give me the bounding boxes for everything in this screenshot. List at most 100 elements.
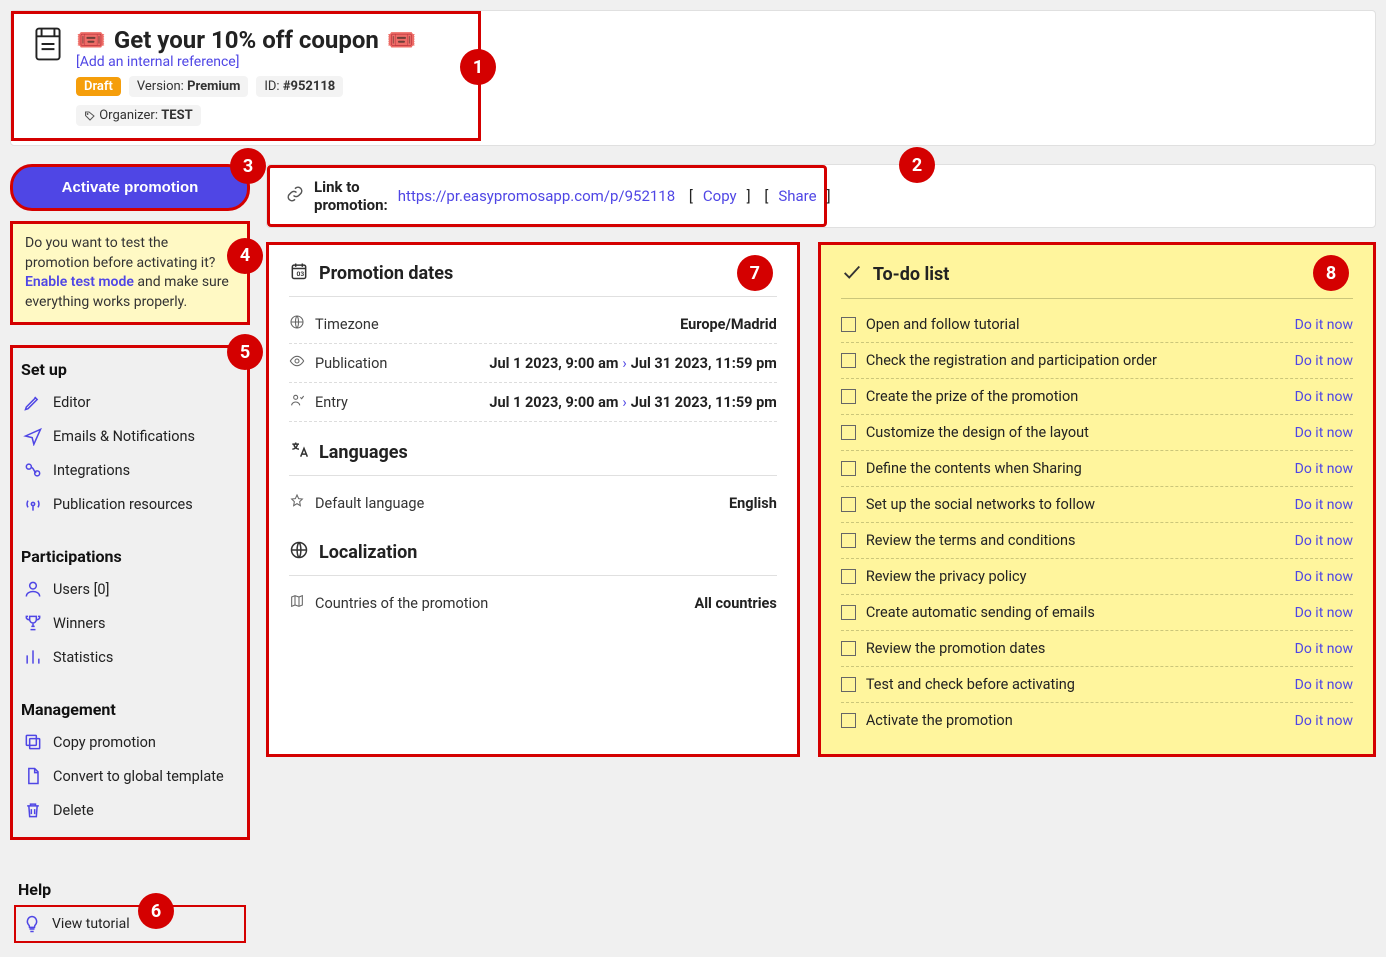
nav-convert-template[interactable]: Convert to global template [17,759,243,793]
bracket: [ [685,187,693,205]
chevron-right-icon: › [618,355,630,372]
nav-statistics[interactable]: Statistics [17,640,243,674]
checkbox[interactable] [841,353,856,368]
do-it-now-link[interactable]: Do it now [1295,677,1353,693]
do-it-now-link[interactable]: Do it now [1295,425,1353,441]
todo-text: Test and check before activating [866,676,1285,693]
do-it-now-link[interactable]: Do it now [1295,713,1353,729]
do-it-now-link[interactable]: Do it now [1295,497,1353,513]
enable-test-mode-link[interactable]: Enable test mode [25,274,134,290]
todo-item: Create automatic sending of emailsDo it … [841,595,1353,631]
entry-end: Jul 31 2023, 11:59 pm [631,394,777,411]
checkbox[interactable] [841,569,856,584]
todo-item: Review the promotion dates Do it now [841,631,1353,667]
nav-section-management: Management [17,694,243,725]
copy-icon [23,732,43,752]
todo-item: Test and check before activating Do it no… [841,667,1353,703]
todo-item: Activate the promotionDo it now [841,703,1353,738]
todo-text: Define the contents when Sharing [866,460,1285,477]
timezone-label: Timezone [315,316,379,333]
translate-icon [289,440,309,465]
checkbox[interactable] [841,605,856,620]
nav-editor[interactable]: Editor [17,385,243,419]
todo-item: Define the contents when Sharing Do it no… [841,451,1353,487]
nav-label: Publication resources [53,496,193,513]
user-icon [23,579,43,599]
promotion-title: 🎟️ Get your 10% off coupon 🎟️ [76,26,460,54]
do-it-now-link[interactable]: Do it now [1295,605,1353,621]
do-it-now-link[interactable]: Do it now [1295,641,1353,657]
nav-users[interactable]: Users [0] [17,572,243,606]
countries-value: All countries [694,595,776,612]
languages-title: Languages [319,442,408,463]
svg-text:03: 03 [297,270,305,278]
star-icon [289,493,305,513]
globe-icon [289,314,305,334]
checkbox[interactable] [841,641,856,656]
todo-text: Review the promotion dates [866,640,1285,657]
version-chip: Version: Premium [129,76,248,97]
activate-promotion-button[interactable]: Activate promotion [10,164,250,211]
emoji-ticket-icon: 🎟️ [387,26,417,54]
nav-winners[interactable]: Winners [17,606,243,640]
nav-label: View tutorial [52,916,130,932]
countries-label: Countries of the promotion [315,595,488,612]
nav-label: Emails & Notifications [53,428,195,445]
checkbox[interactable] [841,389,856,404]
todo-text: Check the registration and participation… [866,352,1285,369]
promotion-info-card: 7 03 Promotion dates Timezone Europe/Mad… [266,242,800,757]
checkbox[interactable] [841,533,856,548]
default-lang-value: English [729,495,777,512]
checkbox[interactable] [841,713,856,728]
copy-link[interactable]: Copy [703,187,737,205]
checkbox[interactable] [841,317,856,332]
callout-7: 7 [737,255,773,291]
do-it-now-link[interactable]: Do it now [1295,389,1353,405]
add-internal-reference-link[interactable]: [Add an internal reference] [76,54,239,70]
check-icon [841,261,863,288]
nav-label: Convert to global template [53,768,224,785]
nav-section-setup: Set up [17,354,243,385]
nav-integrations[interactable]: Integrations [17,453,243,487]
do-it-now-link[interactable]: Do it now [1295,317,1353,333]
pencil-icon [23,392,43,412]
trash-icon [23,800,43,820]
todo-text: Open and follow tutorial [866,316,1285,333]
emoji-ticket-icon: 🎟️ [76,26,106,54]
nav-label: Integrations [53,462,130,479]
bracket: ] [747,187,751,205]
nav-publication-resources[interactable]: Publication resources [17,487,243,521]
checkbox[interactable] [841,425,856,440]
nav-view-tutorial[interactable]: 6 View tutorial [14,905,246,943]
publication-label: Publication [315,355,387,372]
globe-icon [289,540,309,565]
todo-item: Check the registration and participation… [841,343,1353,379]
todo-item: Create the prize of the promotion Do it n… [841,379,1353,415]
checkbox[interactable] [841,461,856,476]
nav-delete[interactable]: Delete [17,793,243,827]
nav-label: Users [0] [53,581,109,598]
nav-emails[interactable]: Emails & Notifications [17,419,243,453]
do-it-now-link[interactable]: Do it now [1295,353,1353,369]
callout-1: 1 [460,49,496,85]
do-it-now-link[interactable]: Do it now [1295,569,1353,585]
todo-text: Create the prize of the promotion [866,388,1285,405]
publication-start: Jul 1 2023, 9:00 am [489,355,618,372]
entry-icon [289,392,305,412]
template-icon [23,766,43,786]
checkbox[interactable] [841,497,856,512]
todo-title: To-do list [873,264,950,285]
callout-3: 3 [230,148,266,184]
broadcast-icon [23,494,43,514]
nav-copy-promotion[interactable]: Copy promotion [17,725,243,759]
share-link[interactable]: Share [778,187,816,205]
integrations-icon [23,460,43,480]
do-it-now-link[interactable]: Do it now [1295,461,1353,477]
todo-text: Review the privacy policy [866,568,1285,585]
checkbox[interactable] [841,677,856,692]
promotion-url-link[interactable]: https://pr.easypromosapp.com/p/952118 [398,187,675,205]
do-it-now-link[interactable]: Do it now [1295,533,1353,549]
publication-end: Jul 31 2023, 11:59 pm [631,355,777,372]
todo-item: Review the privacy policy Do it now [841,559,1353,595]
link-label: Link to promotion: [314,178,388,214]
